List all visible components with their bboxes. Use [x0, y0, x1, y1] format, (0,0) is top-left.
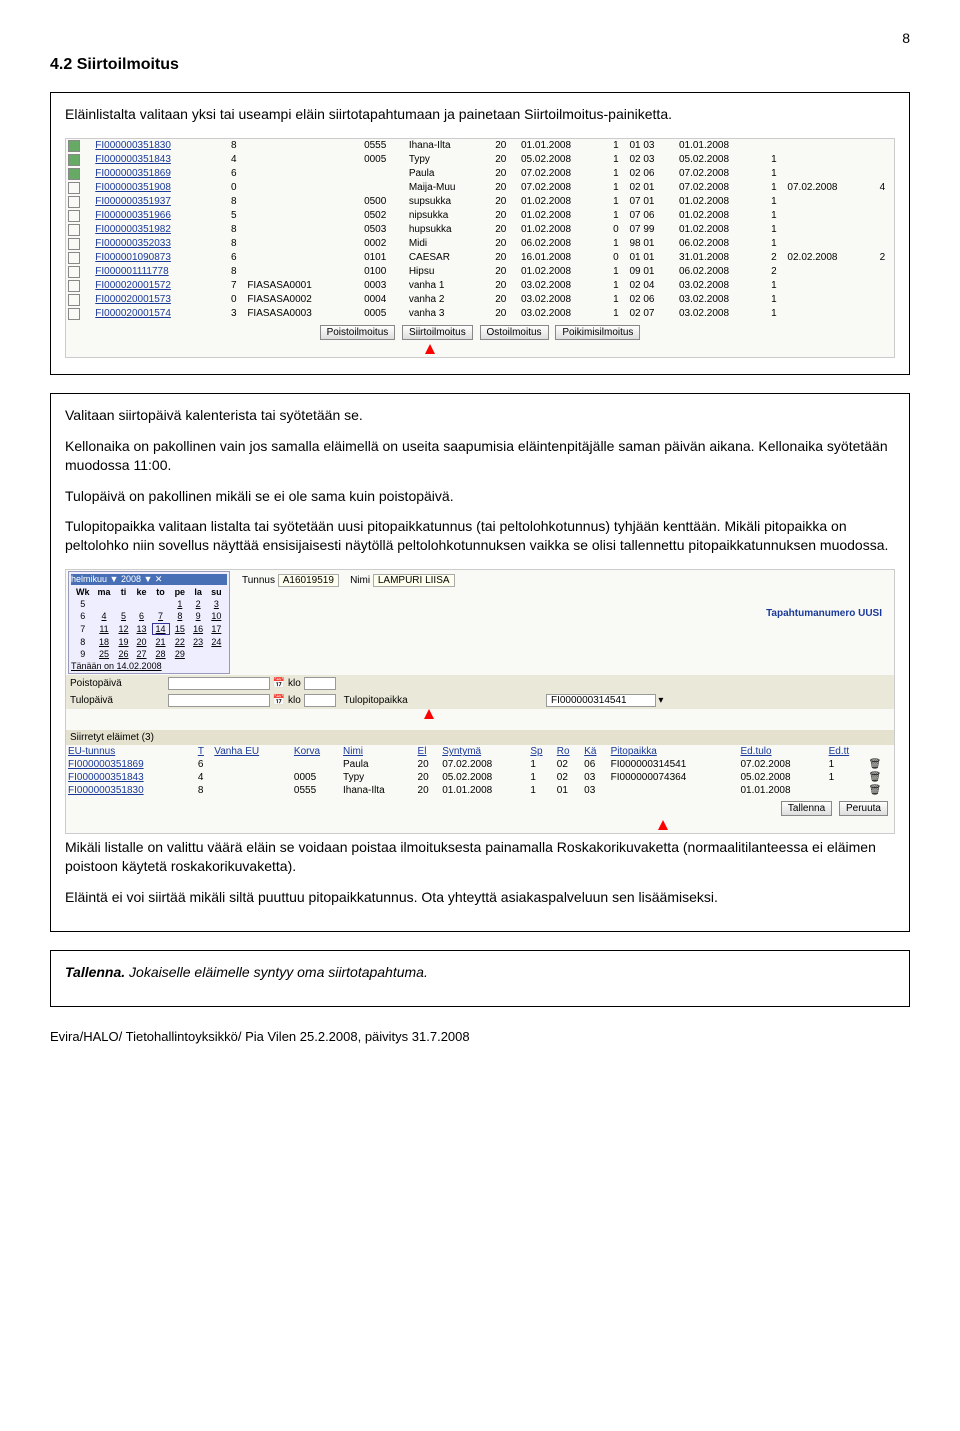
nimi-label: Nimi	[350, 575, 370, 586]
button-row: Poistoilmoitus Siirtoilmoitus Ostoilmoit…	[66, 321, 894, 344]
middle-box: Valitaan siirtopäivä kalenterista tai sy…	[50, 393, 910, 932]
tail-p2: Eläintä ei voi siirtää mikäli siltä puut…	[65, 888, 895, 907]
animal-table: FI00000035183080555Ihana-Ilta2001.01.200…	[66, 139, 894, 321]
siirtoilmoitus-button[interactable]: Siirtoilmoitus	[402, 325, 473, 340]
peruuta-button[interactable]: Peruuta	[839, 801, 888, 816]
calendar-widget[interactable]: helmikuu ▼ 2008 ▼ ✕ Wkmatiketopelasu5123…	[68, 571, 230, 674]
animal-list-screenshot: FI00000035183080555Ihana-Ilta2001.01.200…	[65, 138, 895, 358]
cal-month: helmikuu	[71, 574, 107, 584]
poistopaiva-label: Poistopäivä	[66, 675, 164, 692]
tapahtuma-label: Tapahtumanumero UUSI	[242, 590, 892, 637]
footer: Evira/HALO/ Tietohallintoyksikkö/ Pia Vi…	[50, 1029, 910, 1044]
poistoilmoitus-button[interactable]: Poistoilmoitus	[320, 325, 396, 340]
today-link[interactable]: Tänään on 14.02.2008	[71, 661, 227, 671]
tulopaiva-klo-input[interactable]	[304, 694, 336, 707]
closing-lead: Tallenna.	[65, 964, 125, 980]
klo-label2: klo	[288, 695, 301, 706]
trash-icon[interactable]: 🗑	[867, 758, 894, 771]
heading: 4.2 Siirtoilmoitus	[50, 56, 910, 74]
ostoilmoitus-button[interactable]: Ostoilmoitus	[480, 325, 549, 340]
trash-icon[interactable]: 🗑	[867, 784, 894, 797]
tulopaiva-label: Tulopäivä	[66, 692, 164, 709]
nimi-value: LAMPURI LIISA	[373, 574, 455, 587]
closing-box: Tallenna. Jokaiselle eläimelle syntyy om…	[50, 950, 910, 1007]
form-screenshot: helmikuu ▼ 2008 ▼ ✕ Wkmatiketopelasu5123…	[65, 569, 895, 834]
poistopaiva-klo-input[interactable]	[304, 677, 336, 690]
trash-icon[interactable]: 🗑	[867, 771, 894, 784]
arrow-to-siirtoilmoitus	[0, 344, 894, 357]
klo-label: klo	[288, 678, 301, 689]
closing-text: Tallenna. Jokaiselle eläimelle syntyy om…	[65, 963, 895, 982]
tunnus-value: A16019519	[278, 574, 339, 587]
tail-p1: Mikäli listalle on valittu väärä eläin s…	[65, 838, 895, 876]
arrow-to-tallenna	[658, 820, 668, 830]
mid-p1: Valitaan siirtopäivä kalenterista tai sy…	[65, 406, 895, 425]
calendar-grid[interactable]: Wkmatiketopelasu512364567891071112131415…	[71, 585, 227, 661]
arrow-to-tulopitopaikka	[406, 707, 446, 721]
cal-year: 2008	[121, 574, 141, 584]
mid-p4: Tulopitopaikka valitaan listalta tai syö…	[65, 517, 895, 555]
mid-p3: Tulopäivä on pakollinen mikäli se ei ole…	[65, 487, 895, 506]
dropdown-icon[interactable]: ▾	[658, 695, 663, 706]
poikimisilmoitus-button[interactable]: Poikimisilmoitus	[555, 325, 640, 340]
tunnus-label: Tunnus	[242, 575, 275, 586]
siirretyt-section: Siirretyt eläimet (3)	[66, 730, 894, 745]
tulopaiva-input[interactable]	[168, 694, 270, 707]
intro-box: Eläinlistalta valitaan yksi tai useampi …	[50, 92, 910, 375]
tallenna-button[interactable]: Tallenna	[781, 801, 832, 816]
mid-p2: Kellonaika on pakollinen vain jos samall…	[65, 437, 895, 475]
tulopitopaikka-input[interactable]: FI000000314541	[546, 694, 656, 707]
intro-text: Eläinlistalta valitaan yksi tai useampi …	[65, 105, 895, 124]
siirretyt-table: EU-tunnusTVanha EUKorvaNimiElSyntymäSpRo…	[66, 745, 894, 797]
poistopaiva-input[interactable]	[168, 677, 270, 690]
page-number: 8	[50, 30, 910, 46]
closing-rest: Jokaiselle eläimelle syntyy oma siirtota…	[125, 964, 428, 980]
